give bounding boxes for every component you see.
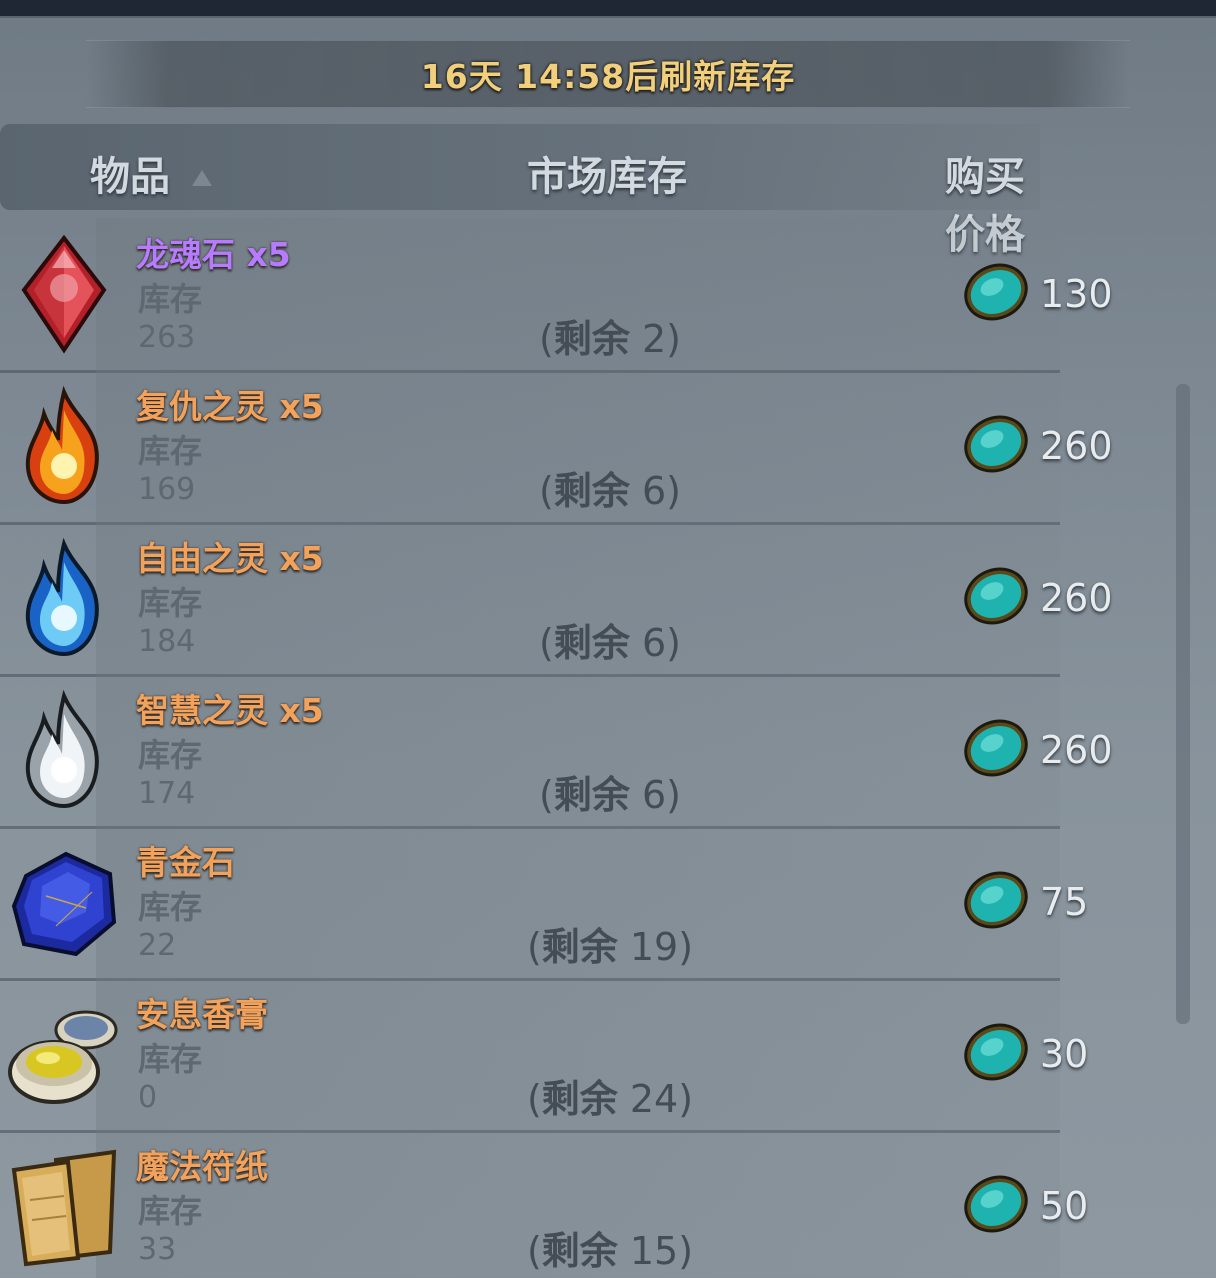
restock-timer-text: 16天 14:58后刷新库存 [420,57,796,96]
price-value: 260 [1040,728,1113,772]
list-item[interactable]: 青金石 库存 22 (剩余 19) 75 [0,826,1088,981]
lapis-stone-icon [11,851,117,957]
stock-label: 库存 [138,1192,203,1230]
item-name: 龙魂石 x5 [136,235,291,274]
list-item[interactable]: 复仇之灵 x5 库存 169 (剩余 6) 260 [0,370,1113,525]
stock-value: 174 [138,776,196,811]
stock-label: 库存 [138,736,203,774]
top-bar [0,0,1216,18]
stock-label: 库存 [138,584,203,622]
turquoise-gem-icon [964,567,1028,625]
price-value: 130 [1040,272,1113,316]
stock-value: 22 [138,928,177,963]
item-name: 复仇之灵 x5 [136,387,324,426]
red-crystal-icon [21,234,107,354]
remaining-count: (剩余 19) [526,925,694,969]
sort-ascending-icon[interactable] [192,170,212,186]
column-header-item[interactable]: 物品 [90,144,170,202]
remaining-count: (剩余 6) [539,469,681,513]
list-item[interactable]: 自由之灵 x5 库存 184 (剩余 6) 260 [0,522,1113,677]
turquoise-gem-icon [964,719,1028,777]
restock-timer-banner: 16天 14:58后刷新库存 [86,40,1130,108]
stock-value: 263 [138,320,196,355]
stock-label: 库存 [138,888,203,926]
talisman-paper-icon [11,1149,117,1267]
remaining-count: (剩余 6) [539,773,681,817]
stock-label: 库存 [138,432,203,470]
column-header-stock[interactable]: 市场库存 [527,144,687,202]
item-name: 魔法符纸 [136,1147,268,1186]
table-header: 物品 市场库存 购买价格 [0,124,1040,258]
remaining-count: (剩余 24) [526,1077,694,1121]
list-item[interactable]: 智慧之灵 x5 库存 174 (剩余 6) 260 [0,674,1113,829]
item-name: 智慧之灵 x5 [136,691,324,730]
turquoise-gem-icon [964,1023,1028,1081]
salve-jar-icon [8,1010,118,1104]
stock-value: 33 [138,1232,177,1267]
list-item[interactable]: 魔法符纸 库存 33 (剩余 15) 50 [0,1130,1088,1278]
stock-value: 184 [138,624,196,659]
item-name: 安息香膏 [136,995,268,1034]
turquoise-gem-icon [964,263,1028,321]
stock-label: 库存 [138,280,203,318]
white-flame-icon [25,689,99,809]
list-item[interactable]: 龙魂石 x5 库存 263 (剩余 2) 130 [0,218,1113,373]
remaining-count: (剩余 15) [526,1229,694,1273]
price-value: 30 [1040,1032,1089,1076]
list-item[interactable]: 安息香膏 库存 0 (剩余 24) 30 [0,978,1088,1133]
remaining-count: (剩余 2) [539,317,681,361]
stock-value: 169 [138,472,196,507]
price-value: 50 [1040,1184,1089,1228]
orange-flame-icon [25,385,99,505]
stock-value: 0 [138,1080,158,1115]
price-value: 260 [1040,424,1113,468]
scrollbar[interactable] [1176,384,1190,1024]
remaining-count: (剩余 6) [539,621,681,665]
stock-label: 库存 [138,1040,203,1078]
turquoise-gem-icon [964,415,1028,473]
price-value: 75 [1040,880,1089,924]
price-value: 260 [1040,576,1113,620]
blue-flame-icon [25,537,99,657]
item-name: 青金石 [136,843,235,882]
turquoise-gem-icon [964,871,1028,929]
item-name: 自由之灵 x5 [136,539,324,578]
turquoise-gem-icon [964,1175,1028,1233]
